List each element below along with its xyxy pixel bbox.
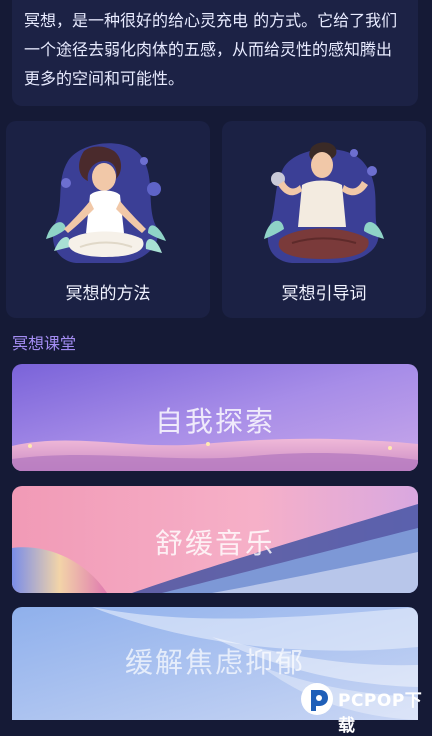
course-label: 舒缓音乐 [154,527,275,560]
method-card-meditation-method[interactable]: 冥想的方法 [6,121,210,318]
intro-text: 冥想，是一种很好的给心灵充电 的方式。它给了我们一个途径去弱化肉体的五感，从而给… [24,11,398,88]
meditating-man-icon [264,142,384,263]
course-label: 缓解焦虑抑郁 [124,646,305,679]
watermark-text: PCPOP下载 [338,691,423,736]
intro-card: 冥想，是一种很好的给心灵充电 的方式。它给了我们一个途径去弱化肉体的五感，从而给… [12,0,418,106]
course-label: 自我探索 [154,405,275,438]
course-card-self-exploration[interactable]: 自我探索 [12,364,418,471]
section-title: 冥想课堂 [12,334,77,353]
watermark: PCPOP下载 [298,680,432,736]
method-card-label: 冥想引导词 [281,284,367,304]
method-card-guided-words[interactable]: 冥想引导词 [222,121,426,318]
pcpop-logo-icon [301,683,333,715]
meditating-woman-icon [46,143,166,263]
course-card-soothing-music[interactable]: 舒缓音乐 [12,486,418,593]
method-card-label: 冥想的方法 [65,284,151,304]
